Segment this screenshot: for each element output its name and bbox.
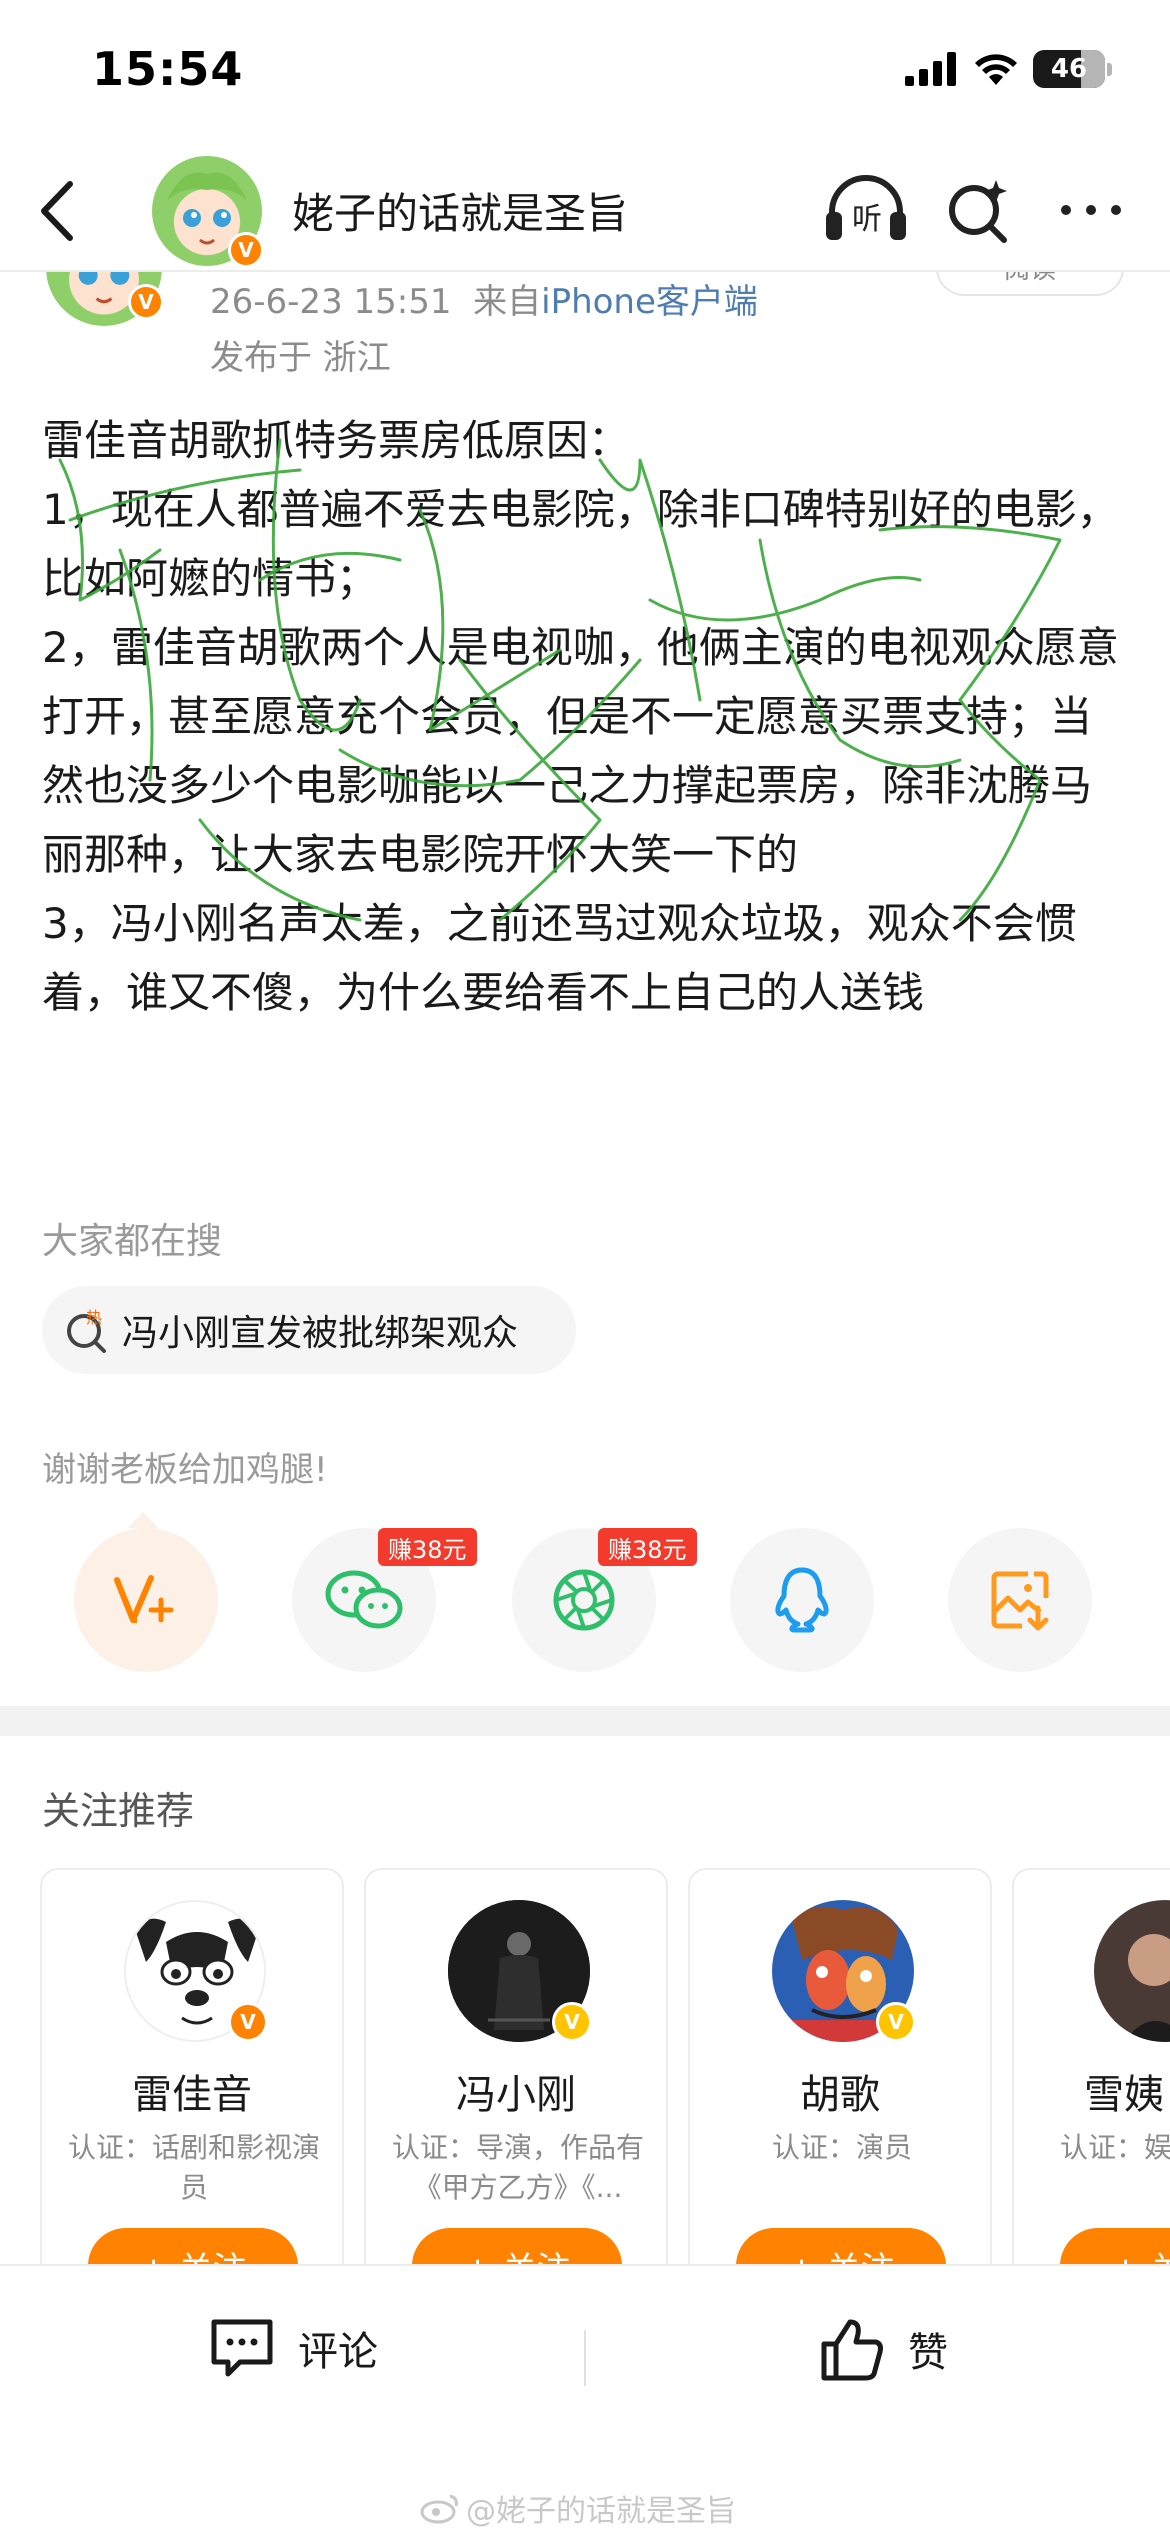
verified-badge-icon: V: [228, 2002, 268, 2042]
status-icons: 46: [905, 50, 1112, 88]
moments-icon: [553, 1569, 615, 1631]
post-meta: 26-6-23 15:51 来自iPhone客户端: [210, 274, 758, 323]
cellular-signal-icon: [905, 52, 956, 86]
post-source-link[interactable]: iPhone客户端: [541, 282, 758, 322]
listen-label: 听: [852, 202, 882, 237]
reward-label: 谢谢老板给加鸡腿!: [42, 1450, 328, 1490]
vplus-button[interactable]: [74, 1528, 218, 1672]
verified-badge-icon: V: [552, 2002, 592, 2042]
post-location: 发布于 浙江: [210, 338, 391, 378]
recommend-name: 胡歌: [800, 2072, 880, 2118]
recommend-desc: 认证：话剧和影视演员: [68, 2131, 321, 2204]
hot-tag: 热: [86, 1308, 102, 1327]
post-paragraph: 2，雷佳音胡歌两个人是电视咖，他俩主演的电视观众愿意打开，甚至愿意充个会员，但是…: [42, 623, 1119, 879]
recommend-desc: 认证：导演，作品有《甲方乙方》《...: [392, 2131, 645, 2204]
status-time: 15:54: [92, 42, 244, 96]
recommend-title: 关注推荐: [42, 1789, 195, 1833]
verified-badge-icon: V: [228, 232, 264, 268]
thumbs-up-icon: [821, 2319, 883, 2381]
status-bar: 15:54 46: [0, 0, 1170, 150]
watermark: @姥子的话就是圣旨: [420, 2486, 736, 2530]
trending-search-chip[interactable]: 热 冯小刚宣发被批绑架观众: [42, 1286, 576, 1374]
share-qq-button[interactable]: [730, 1528, 874, 1672]
post-paragraph: 3，冯小刚名声太差，之前还骂过观众垃圾，观众不会惯着，谁又不傻，为什么要给看不上…: [42, 899, 1077, 1017]
comment-icon: [211, 2319, 273, 2377]
bottom-bar-separator: [584, 2330, 586, 2386]
reward-pointer-icon: [128, 1512, 158, 1528]
more-options-icon[interactable]: [1056, 190, 1126, 230]
watermark-text: @姥子的话就是圣旨: [466, 2494, 736, 2529]
back-icon[interactable]: [30, 178, 82, 244]
earn-badge: 赚38元: [378, 1528, 477, 1566]
save-image-icon: [991, 1571, 1049, 1631]
verified-badge-icon: V: [876, 2002, 916, 2042]
recommend-card[interactable]: V 胡歌 认证：演员 + 关注: [688, 1868, 992, 2288]
vplus-icon: [114, 1575, 174, 1623]
post-body: 雷佳音胡歌抓特务票房低原因： 1，现在人都普遍不爱去电影院，除非口碑特别好的电影…: [42, 406, 1132, 1027]
earn-badge: 赚38元: [598, 1528, 697, 1566]
comment-button[interactable]: 评论: [208, 2316, 378, 2380]
search-icon[interactable]: [944, 176, 1014, 246]
section-divider: [0, 1706, 1170, 1736]
wifi-icon: [975, 54, 1017, 85]
recommend-card[interactable]: V 雷佳音 认证：话剧和影视演员 + 关注: [40, 1868, 344, 2288]
post-date: 26-6-23 15:51: [210, 282, 452, 322]
person-avatar-icon: [1094, 1900, 1170, 2042]
listen-button[interactable]: 听: [824, 172, 908, 246]
page-title: 姥子的话就是圣旨: [292, 189, 629, 238]
save-image-button[interactable]: [948, 1528, 1092, 1672]
recommend-desc: 认证：娱: [1060, 2131, 1170, 2164]
trending-search-label: 大家都在搜: [42, 1221, 223, 1262]
recommend-name: 冯小刚: [456, 2072, 576, 2118]
comment-label: 评论: [298, 2329, 378, 2375]
recommend-avatar[interactable]: [1094, 1900, 1170, 2042]
recommend-name: 雷佳音: [132, 2072, 252, 2118]
trending-search-text: 冯小刚宣发被批绑架观众: [122, 1313, 519, 1354]
recommend-desc: 认证：演员: [771, 2131, 912, 2164]
recommend-card[interactable]: V 冯小刚 认证：导演，作品有《甲方乙方》《... + 关注: [364, 1868, 668, 2288]
post-paragraph: 1，现在人都普遍不爱去电影院，除非口碑特别好的电影，比如阿嬷的情书；: [42, 485, 1119, 603]
weibo-logo-icon: [420, 2494, 458, 2524]
bottom-action-bar: 评论 赞 @姥子的话就是圣旨: [0, 2264, 1170, 2532]
verified-badge-icon: V: [128, 284, 164, 320]
battery-icon: 46: [1033, 50, 1112, 88]
battery-level: 46: [1050, 54, 1088, 84]
post-source-prefix: 来自: [473, 282, 542, 322]
post-paragraph: 雷佳音胡歌抓特务票房低原因：: [42, 416, 631, 465]
like-label: 赞: [908, 2330, 948, 2376]
wechat-icon: [325, 1570, 403, 1629]
hot-search-icon: 热: [67, 1308, 106, 1353]
like-button[interactable]: 赞: [820, 2316, 948, 2382]
recommend-card[interactable]: 雪姨 认证：娱 + 关注: [1012, 1868, 1170, 2288]
qq-icon: [775, 1567, 829, 1633]
top-nav-bar: V 姥子的话就是圣旨 听: [0, 150, 1170, 272]
recommend-name: 雪姨: [1084, 2072, 1164, 2118]
